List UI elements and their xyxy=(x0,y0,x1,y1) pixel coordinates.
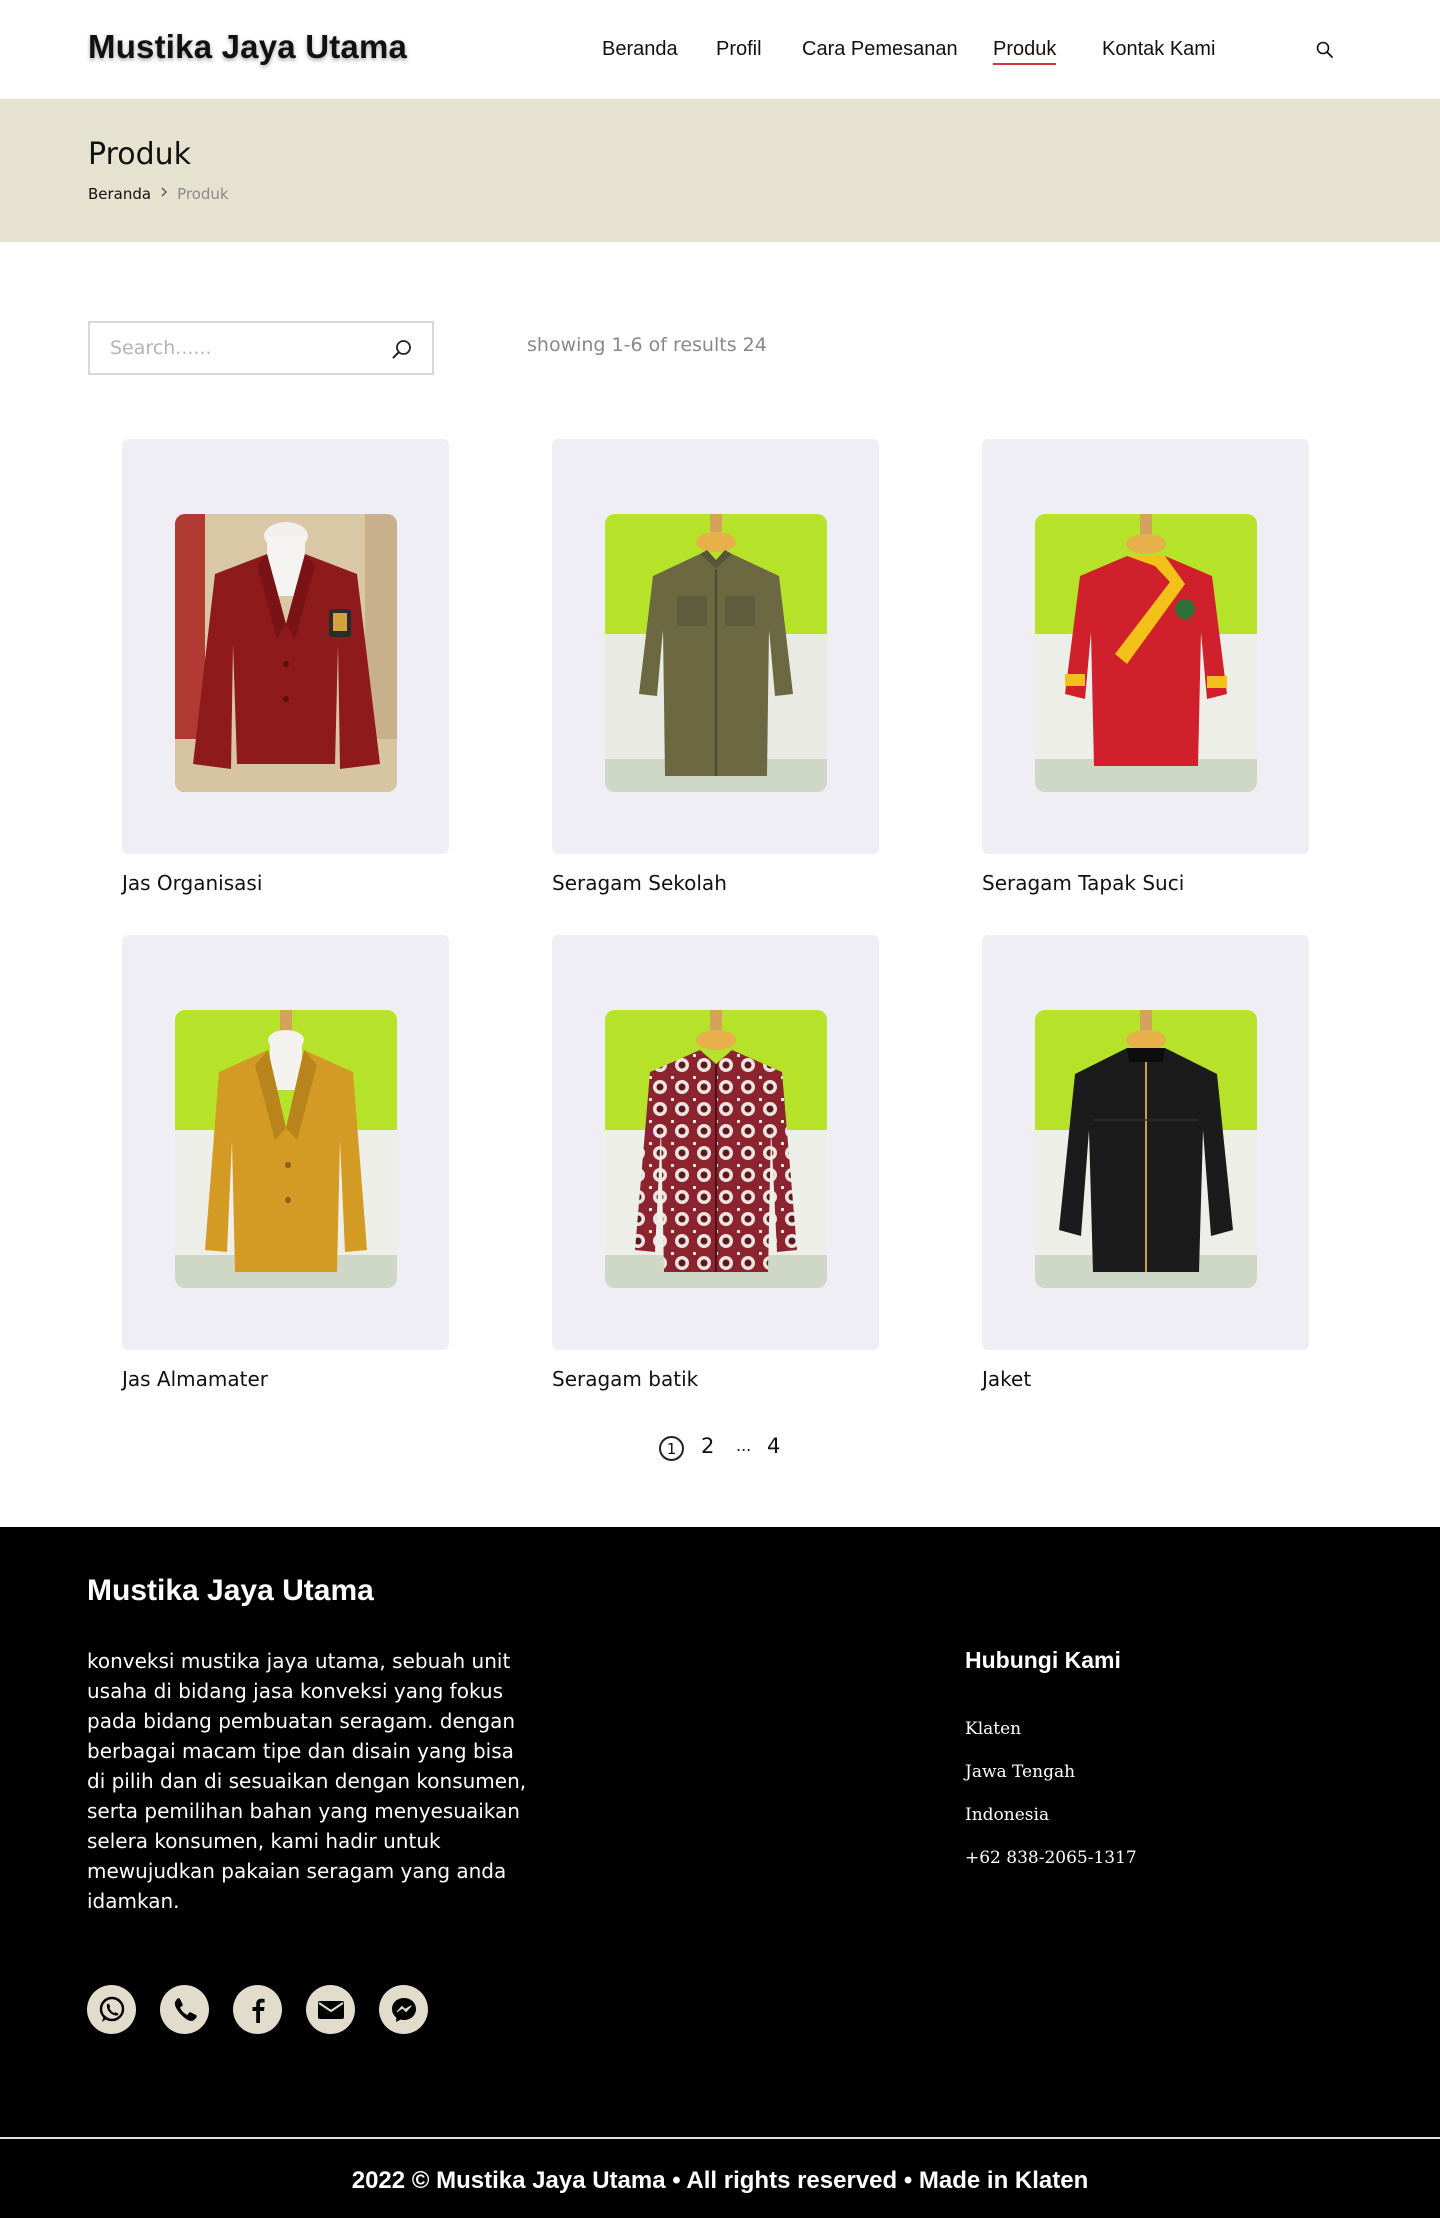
footer-brand: Mustika Jaya Utama xyxy=(87,1574,374,1607)
search-input[interactable] xyxy=(90,323,360,373)
page-link[interactable]: 2 xyxy=(701,1434,714,1458)
product-card[interactable] xyxy=(552,439,879,854)
product-card[interactable] xyxy=(122,935,449,1350)
product-name[interactable]: Jas Almamater xyxy=(122,1367,268,1391)
product-name[interactable]: Jas Organisasi xyxy=(122,871,262,895)
page-header-band: Produk Beranda Produk xyxy=(0,99,1440,242)
footer-contact-title: Hubungi Kami xyxy=(965,1647,1121,1673)
contact-province: Jawa Tengah xyxy=(965,1762,1076,1782)
main-nav: Beranda Profil Cara Pemesanan Produk Kon… xyxy=(0,38,1440,68)
footer-divider xyxy=(0,2137,1440,2139)
page-current[interactable]: 1 xyxy=(659,1436,684,1461)
product-name[interactable]: Seragam batik xyxy=(552,1367,698,1391)
page-ellipsis: ... xyxy=(736,1436,752,1455)
maroon-blazer-photo xyxy=(175,514,397,792)
phone-icon[interactable] xyxy=(160,1985,209,2034)
chevron-right-icon xyxy=(159,186,169,202)
product-card[interactable] xyxy=(982,439,1309,854)
breadcrumb-current: Produk xyxy=(177,185,229,203)
red-martial-uniform-photo xyxy=(1035,514,1257,792)
product-name[interactable]: Seragam Tapak Suci xyxy=(982,871,1184,895)
mustard-blazer-photo xyxy=(175,1010,397,1288)
breadcrumb-home[interactable]: Beranda xyxy=(88,185,151,203)
contact-phone[interactable]: +62 838-2065-1317 xyxy=(965,1848,1137,1868)
page-link[interactable]: 4 xyxy=(767,1434,780,1458)
social-links xyxy=(87,1985,428,2034)
copyright: 2022 © Mustika Jaya Utama • All rights r… xyxy=(351,2167,1089,2194)
search-icon[interactable] xyxy=(390,337,414,361)
results-text: showing 1-6 of results xyxy=(527,334,737,356)
site-footer: Mustika Jaya Utama konveksi mustika jaya… xyxy=(0,1527,1440,2218)
results-count: 24 xyxy=(742,334,767,356)
olive-shirt-photo xyxy=(605,514,827,792)
site-header: Mustika Jaya Utama Beranda Profil Cara P… xyxy=(0,0,1440,99)
batik-shirt-photo xyxy=(605,1010,827,1288)
pagination: 1 2 ... 4 xyxy=(0,1434,1440,1464)
results-summary: showing 1-6 of results 24 xyxy=(527,334,767,356)
contact-city: Klaten xyxy=(965,1719,1022,1739)
nav-profil[interactable]: Profil xyxy=(716,38,762,61)
product-search xyxy=(88,321,434,375)
facebook-icon[interactable] xyxy=(233,1985,282,2034)
page-title: Produk xyxy=(88,137,192,172)
nav-produk[interactable]: Produk xyxy=(993,38,1057,65)
nav-kontak-kami[interactable]: Kontak Kami xyxy=(1102,38,1215,61)
product-card[interactable] xyxy=(122,439,449,854)
black-jacket-photo xyxy=(1035,1010,1257,1288)
product-card[interactable] xyxy=(552,935,879,1350)
nav-cara-pemesanan[interactable]: Cara Pemesanan xyxy=(802,38,958,61)
messenger-icon[interactable] xyxy=(379,1985,428,2034)
product-name[interactable]: Jaket xyxy=(982,1367,1031,1391)
product-card[interactable] xyxy=(982,935,1309,1350)
email-icon[interactable] xyxy=(306,1985,355,2034)
breadcrumb: Beranda Produk xyxy=(88,185,229,203)
whatsapp-icon[interactable] xyxy=(87,1985,136,2034)
search-icon[interactable] xyxy=(1315,40,1335,60)
contact-country: Indonesia xyxy=(965,1805,1050,1825)
product-name[interactable]: Seragam Sekolah xyxy=(552,871,727,895)
footer-about: konveksi mustika jaya utama, sebuah unit… xyxy=(87,1649,527,1913)
nav-beranda[interactable]: Beranda xyxy=(602,38,678,61)
